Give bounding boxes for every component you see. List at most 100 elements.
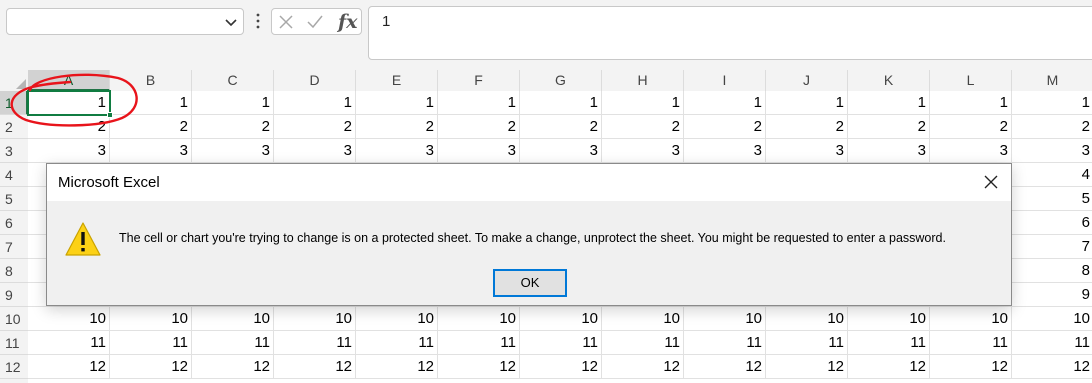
- cell-h1[interactable]: 1: [602, 91, 684, 115]
- cell-l10[interactable]: 10: [930, 307, 1012, 331]
- cell-f12[interactable]: 12: [438, 355, 520, 379]
- cell-h11[interactable]: 11: [602, 331, 684, 355]
- cell-l1[interactable]: 1: [930, 91, 1012, 115]
- column-header-e[interactable]: E: [356, 70, 438, 91]
- cell-k2[interactable]: 2: [848, 115, 930, 139]
- cell-k1[interactable]: 1: [848, 91, 930, 115]
- cell-i1[interactable]: 1: [684, 91, 766, 115]
- cell-g12[interactable]: 12: [520, 355, 602, 379]
- cell-b2[interactable]: 2: [110, 115, 192, 139]
- row-header-9[interactable]: 9: [0, 283, 28, 307]
- row-header-10[interactable]: 10: [0, 307, 28, 331]
- cell-m12[interactable]: 12: [1012, 355, 1092, 379]
- formula-input[interactable]: 1: [368, 6, 1092, 60]
- cell-j12[interactable]: 12: [766, 355, 848, 379]
- name-box[interactable]: [6, 8, 244, 35]
- cell-l11[interactable]: 11: [930, 331, 1012, 355]
- cell-a11[interactable]: 11: [28, 331, 110, 355]
- row-header-7[interactable]: 7: [0, 235, 28, 259]
- cell-l12[interactable]: 12: [930, 355, 1012, 379]
- row-header-2[interactable]: 2: [0, 115, 28, 139]
- cell-b10[interactable]: 10: [110, 307, 192, 331]
- cell-d12[interactable]: 12: [274, 355, 356, 379]
- cell-h12[interactable]: 12: [602, 355, 684, 379]
- column-header-b[interactable]: B: [110, 70, 192, 91]
- cell-b12[interactable]: 12: [110, 355, 192, 379]
- cell-g10[interactable]: 10: [520, 307, 602, 331]
- cell-j1[interactable]: 1: [766, 91, 848, 115]
- enter-check-icon[interactable]: [307, 14, 323, 30]
- cell-f11[interactable]: 11: [438, 331, 520, 355]
- cell-c10[interactable]: 10: [192, 307, 274, 331]
- chevron-down-icon[interactable]: [224, 15, 238, 29]
- fill-handle[interactable]: [107, 112, 113, 118]
- cell-b11[interactable]: 11: [110, 331, 192, 355]
- cell-l2[interactable]: 2: [930, 115, 1012, 139]
- cell-c2[interactable]: 2: [192, 115, 274, 139]
- cell-m3[interactable]: 3: [1012, 139, 1092, 163]
- column-header-f[interactable]: F: [438, 70, 520, 91]
- cell-d11[interactable]: 11: [274, 331, 356, 355]
- more-options-icon[interactable]: [256, 13, 260, 29]
- cell-c11[interactable]: 11: [192, 331, 274, 355]
- cancel-icon[interactable]: [278, 14, 294, 30]
- cell-f3[interactable]: 3: [438, 139, 520, 163]
- cell-m7[interactable]: 7: [1012, 235, 1092, 259]
- cell-f10[interactable]: 10: [438, 307, 520, 331]
- close-icon[interactable]: [983, 174, 999, 190]
- row-header-1[interactable]: 1: [0, 91, 28, 115]
- column-header-l[interactable]: L: [930, 70, 1012, 91]
- cell-h10[interactable]: 10: [602, 307, 684, 331]
- cell-h3[interactable]: 3: [602, 139, 684, 163]
- cell-e12[interactable]: 12: [356, 355, 438, 379]
- cell-m5[interactable]: 5: [1012, 187, 1092, 211]
- cell-a1[interactable]: 1: [28, 91, 110, 115]
- cell-d3[interactable]: 3: [274, 139, 356, 163]
- cell-k12[interactable]: 12: [848, 355, 930, 379]
- cell-m1[interactable]: 1: [1012, 91, 1092, 115]
- cell-d2[interactable]: 2: [274, 115, 356, 139]
- column-header-m[interactable]: M: [1012, 70, 1092, 91]
- cell-g1[interactable]: 1: [520, 91, 602, 115]
- cell-e10[interactable]: 10: [356, 307, 438, 331]
- cell-m9[interactable]: 9: [1012, 283, 1092, 307]
- row-header-3[interactable]: 3: [0, 139, 28, 163]
- cell-a3[interactable]: 3: [28, 139, 110, 163]
- cell-i3[interactable]: 3: [684, 139, 766, 163]
- cell-h2[interactable]: 2: [602, 115, 684, 139]
- cell-g2[interactable]: 2: [520, 115, 602, 139]
- row-header-8[interactable]: 8: [0, 259, 28, 283]
- column-header-i[interactable]: I: [684, 70, 766, 91]
- cell-c1[interactable]: 1: [192, 91, 274, 115]
- cell-m11[interactable]: 11: [1012, 331, 1092, 355]
- cell-i10[interactable]: 10: [684, 307, 766, 331]
- cell-i11[interactable]: 11: [684, 331, 766, 355]
- column-header-h[interactable]: H: [602, 70, 684, 91]
- cell-g3[interactable]: 3: [520, 139, 602, 163]
- cell-k10[interactable]: 10: [848, 307, 930, 331]
- cell-j11[interactable]: 11: [766, 331, 848, 355]
- column-header-g[interactable]: G: [520, 70, 602, 91]
- cell-m10[interactable]: 10: [1012, 307, 1092, 331]
- column-header-d[interactable]: D: [274, 70, 356, 91]
- cell-j2[interactable]: 2: [766, 115, 848, 139]
- select-all-corner[interactable]: [0, 70, 28, 91]
- column-header-k[interactable]: K: [848, 70, 930, 91]
- row-header-12[interactable]: 12: [0, 355, 28, 379]
- cell-b1[interactable]: 1: [110, 91, 192, 115]
- row-header-5[interactable]: 5: [0, 187, 28, 211]
- cell-l3[interactable]: 3: [930, 139, 1012, 163]
- cell-e2[interactable]: 2: [356, 115, 438, 139]
- cell-j3[interactable]: 3: [766, 139, 848, 163]
- cell-b3[interactable]: 3: [110, 139, 192, 163]
- cell-k3[interactable]: 3: [848, 139, 930, 163]
- column-header-j[interactable]: J: [766, 70, 848, 91]
- row-header-6[interactable]: 6: [0, 211, 28, 235]
- cell-a10[interactable]: 10: [28, 307, 110, 331]
- cell-i12[interactable]: 12: [684, 355, 766, 379]
- cell-c3[interactable]: 3: [192, 139, 274, 163]
- cell-d1[interactable]: 1: [274, 91, 356, 115]
- cell-c12[interactable]: 12: [192, 355, 274, 379]
- ok-button[interactable]: OK: [493, 269, 567, 297]
- column-header-c[interactable]: C: [192, 70, 274, 91]
